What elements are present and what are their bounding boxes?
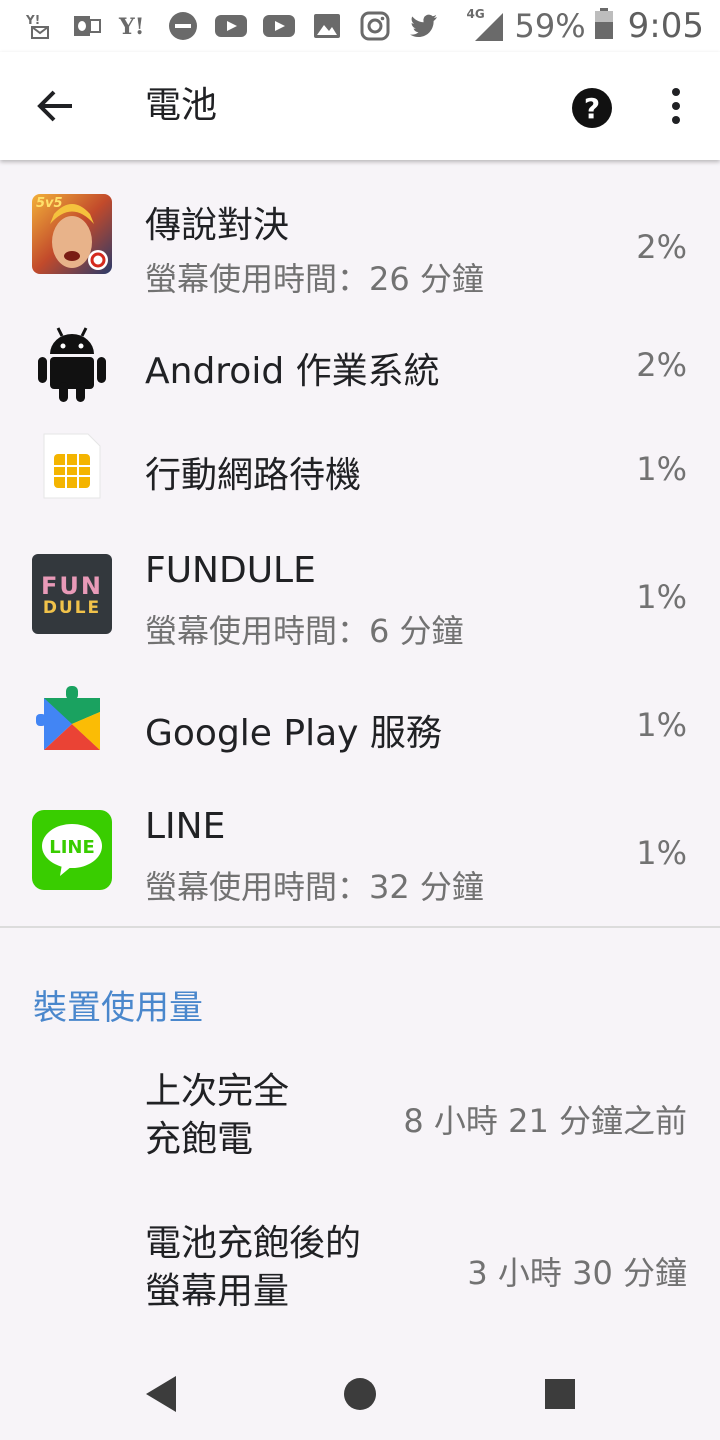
triangle-back-icon: [146, 1376, 176, 1412]
svg-text:?: ?: [584, 92, 600, 125]
app-name: FUNDULE: [145, 550, 316, 591]
usage-percent: 2%: [636, 346, 687, 384]
back-button[interactable]: [26, 80, 86, 132]
label-line: 螢幕用量: [145, 1271, 290, 1312]
usage-percent: 1%: [636, 706, 687, 744]
usage-percent: 1%: [636, 450, 687, 488]
usage-percent: 1%: [636, 578, 687, 616]
page-title: 電池: [145, 85, 218, 126]
outlook-icon: [70, 11, 104, 41]
more-vert-icon: [672, 88, 680, 124]
youtube-icon: [214, 11, 248, 41]
circle-home-icon: [344, 1378, 376, 1410]
line-logo-text: LINE: [49, 837, 95, 858]
status-bar: Y! Y! 4G 59% 9:05: [0, 0, 720, 52]
nav-home-button[interactable]: [336, 1370, 384, 1418]
app-usage-row[interactable]: Google Play 服務 1%: [0, 668, 720, 778]
last-full-charge-value: 8 小時 21 分鐘之前: [403, 1102, 687, 1140]
screen-time: 螢幕使用時間：32 分鐘: [145, 868, 484, 906]
svg-text:Y!: Y!: [118, 14, 144, 40]
nav-recents-button[interactable]: [536, 1370, 584, 1418]
yahoo-icon: Y!: [118, 11, 152, 41]
gallery-icon: [310, 11, 344, 41]
app-name: Android 作業系統: [145, 351, 440, 392]
more-options-button[interactable]: [658, 82, 694, 134]
device-usage-header: 裝置使用量: [33, 988, 203, 1028]
section-divider: [0, 926, 720, 928]
arena-of-valor-icon: 5v5: [32, 194, 112, 274]
sim-card-icon: [32, 432, 112, 512]
nav-back-button[interactable]: [136, 1370, 184, 1418]
clock: 9:05: [627, 6, 704, 46]
notification-icons: Y! Y!: [22, 8, 440, 44]
screen-usage-label: 電池充飽後的 螢幕用量: [145, 1220, 405, 1316]
app-usage-row[interactable]: LINE LINE 螢幕使用時間：32 分鐘 1%: [0, 788, 720, 916]
label-line: 上次完全: [145, 1071, 290, 1112]
fundule-icon: FUN DULE: [32, 554, 112, 634]
label-line: 充飽電: [145, 1119, 254, 1160]
battery-percent: 59%: [514, 7, 586, 45]
signal-icon: 4G: [466, 7, 507, 43]
app-usage-row[interactable]: FUN DULE FUNDULE 螢幕使用時間：6 分鐘 1%: [0, 530, 720, 658]
usage-percent: 2%: [636, 228, 687, 266]
screen-time: 螢幕使用時間：6 分鐘: [145, 612, 464, 650]
app-name: Google Play 服務: [145, 713, 442, 754]
yahoo-mail-icon: Y!: [22, 11, 56, 41]
instagram-icon: [358, 11, 392, 41]
label-line: 電池充飽後的: [145, 1223, 362, 1264]
screen-usage-row: 電池充飽後的 螢幕用量 3 小時 30 分鐘: [0, 1220, 720, 1330]
app-name: LINE: [145, 806, 226, 847]
square-recents-icon: [545, 1379, 575, 1409]
network-type: 4G: [466, 7, 485, 21]
system-status: 4G 59% 9:05: [467, 6, 704, 46]
twitter-icon: [406, 11, 440, 41]
google-play-services-icon: [32, 684, 112, 764]
game-badge-text: 5v5: [36, 196, 63, 211]
fundule-logo-top: FUN: [41, 572, 103, 600]
fundule-logo-bottom: DULE: [42, 598, 102, 618]
app-name: 傳說對決: [145, 205, 290, 246]
last-full-charge-row: 上次完全 充飽電 8 小時 21 分鐘之前: [0, 1068, 720, 1178]
screen-time: 螢幕使用時間：26 分鐘: [145, 260, 484, 298]
help-icon: ?: [572, 88, 612, 128]
line-app-icon: LINE: [32, 810, 112, 890]
battery-usage-list: 5v5 傳說對決 螢幕使用時間：26 分鐘 2% Android 作業系統 2%: [0, 160, 720, 1340]
screen-usage-value: 3 小時 30 分鐘: [467, 1254, 687, 1292]
usage-percent: 1%: [636, 834, 687, 872]
android-icon: [32, 320, 112, 402]
battery-icon: [594, 8, 614, 44]
navigation-bar: [0, 1340, 720, 1440]
svg-text:Y!: Y!: [25, 13, 40, 27]
last-full-charge-label: 上次完全 充飽電: [145, 1068, 405, 1164]
app-usage-row[interactable]: 5v5 傳說對決 螢幕使用時間：26 分鐘 2%: [0, 170, 720, 298]
do-not-disturb-icon: [166, 11, 200, 41]
app-name: 行動網路待機: [145, 455, 362, 496]
youtube-icon: [262, 11, 296, 41]
app-usage-row[interactable]: Android 作業系統 2%: [0, 310, 720, 420]
app-usage-row[interactable]: 行動網路待機 1%: [0, 420, 720, 530]
arrow-back-icon: [37, 90, 72, 122]
help-button[interactable]: ?: [566, 82, 618, 134]
app-bar: 電池 ?: [0, 52, 720, 160]
